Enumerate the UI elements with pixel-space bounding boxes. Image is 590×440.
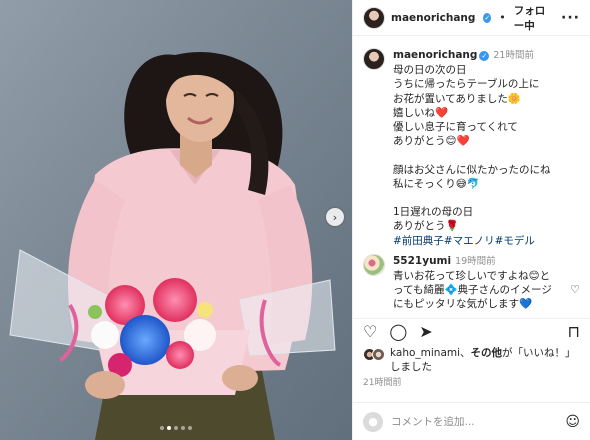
likes-connector: 、 bbox=[460, 347, 471, 359]
more-options-icon[interactable]: ··· bbox=[561, 10, 580, 26]
carousel-dot bbox=[174, 426, 178, 430]
add-comment-bar: ● ☺ bbox=[353, 402, 590, 440]
instagram-post: › maenorichang ✓ • フォロー中 ··· maenorichan… bbox=[0, 0, 590, 440]
caption-avatar[interactable] bbox=[363, 48, 385, 70]
caption-line: 母の日の次の日 bbox=[393, 64, 467, 77]
author-username[interactable]: maenorichang bbox=[391, 12, 475, 24]
comment-line: っても綺麗💠典子さんのイメージ bbox=[393, 284, 552, 297]
comment-line: 青いお花って珍しいですよね😊と bbox=[393, 270, 551, 283]
comment-input[interactable] bbox=[391, 415, 558, 428]
caption-line: ありがとう🌹 bbox=[393, 220, 459, 233]
commenter-username[interactable]: 5521yumi bbox=[393, 255, 451, 267]
header-separator: • bbox=[499, 11, 506, 24]
post-timestamp[interactable]: 21時間前 bbox=[363, 375, 401, 388]
commenter-avatar[interactable] bbox=[363, 253, 385, 276]
chevron-right-icon: › bbox=[332, 210, 338, 224]
photo-illustration bbox=[0, 0, 352, 440]
caption-line: お花が置いてありました🌼 bbox=[393, 92, 521, 105]
post-header: maenorichang ✓ • フォロー中 ··· bbox=[353, 0, 590, 36]
caption-line: 顔はお父さんに似たかったのにね bbox=[393, 163, 551, 176]
author-avatar[interactable] bbox=[363, 6, 385, 29]
comment-time: 19時間前 bbox=[455, 255, 496, 267]
like-icon[interactable]: ♡ bbox=[363, 323, 377, 340]
caption-line: 1日遅れの母の日 bbox=[393, 206, 474, 219]
likes-summary: kaho_minami、その他が「いいね！」 しました bbox=[363, 346, 580, 374]
post-side-panel: maenorichang ✓ • フォロー中 ··· maenorichang ✓… bbox=[352, 0, 590, 440]
save-icon[interactable]: ⊓ bbox=[568, 323, 580, 340]
comment-like-icon[interactable]: ♡ bbox=[570, 283, 580, 296]
caption-line: 私にそっくり😅🐬 bbox=[393, 177, 480, 190]
emoji-icon[interactable]: ☺ bbox=[565, 414, 580, 430]
comments-area[interactable]: maenorichang ✓ 21時間前 母の日の次の日 うちに帰ったらテーブルの上… bbox=[353, 40, 590, 312]
likes-others-link[interactable]: その他 bbox=[471, 347, 503, 359]
caption-line: ありがとう😊❤️ bbox=[393, 135, 470, 148]
verified-badge-icon: ✓ bbox=[483, 12, 492, 23]
caption-line: 嬉しいね❤️ bbox=[393, 106, 449, 119]
caption-line: 優しい息子に育ってくれて bbox=[393, 121, 518, 134]
carousel-dot bbox=[160, 426, 164, 430]
viewer-avatar: ● bbox=[363, 411, 383, 432]
caption-hashtags[interactable]: #前田典子#マエノリ#モデル bbox=[393, 234, 580, 248]
likes-line2: しました bbox=[390, 361, 432, 373]
liker-avatar bbox=[372, 348, 385, 361]
comment-icon[interactable]: ◯ bbox=[389, 323, 407, 340]
action-bar: ♡ ◯ ➤ ⊓ bbox=[353, 318, 590, 344]
following-button[interactable]: フォロー中 bbox=[514, 3, 555, 33]
liker-avatars[interactable] bbox=[363, 346, 385, 374]
comment-line: にもピッタリな気がします💙 bbox=[393, 298, 533, 311]
carousel-dots bbox=[0, 426, 352, 430]
likes-suffix: が「いいね！」 bbox=[502, 347, 576, 359]
share-icon[interactable]: ➤ bbox=[419, 323, 432, 340]
carousel-dot-active bbox=[167, 426, 171, 430]
caption: maenorichang ✓ 21時間前 母の日の次の日 うちに帰ったらテーブルの上… bbox=[363, 48, 580, 248]
comment: 5521yumi 19時間前 青いお花って珍しいですよね😊と っても綺麗💠典子さん… bbox=[363, 253, 580, 312]
carousel-dot bbox=[181, 426, 185, 430]
next-photo-button[interactable]: › bbox=[326, 208, 344, 226]
caption-time: 21時間前 bbox=[493, 50, 534, 61]
caption-username[interactable]: maenorichang bbox=[393, 49, 477, 61]
verified-badge-icon: ✓ bbox=[479, 51, 490, 62]
post-photo[interactable]: › bbox=[0, 0, 352, 440]
carousel-dot bbox=[188, 426, 192, 430]
caption-line: うちに帰ったらテーブルの上に bbox=[393, 78, 540, 91]
liker-username[interactable]: kaho_minami bbox=[390, 347, 460, 359]
